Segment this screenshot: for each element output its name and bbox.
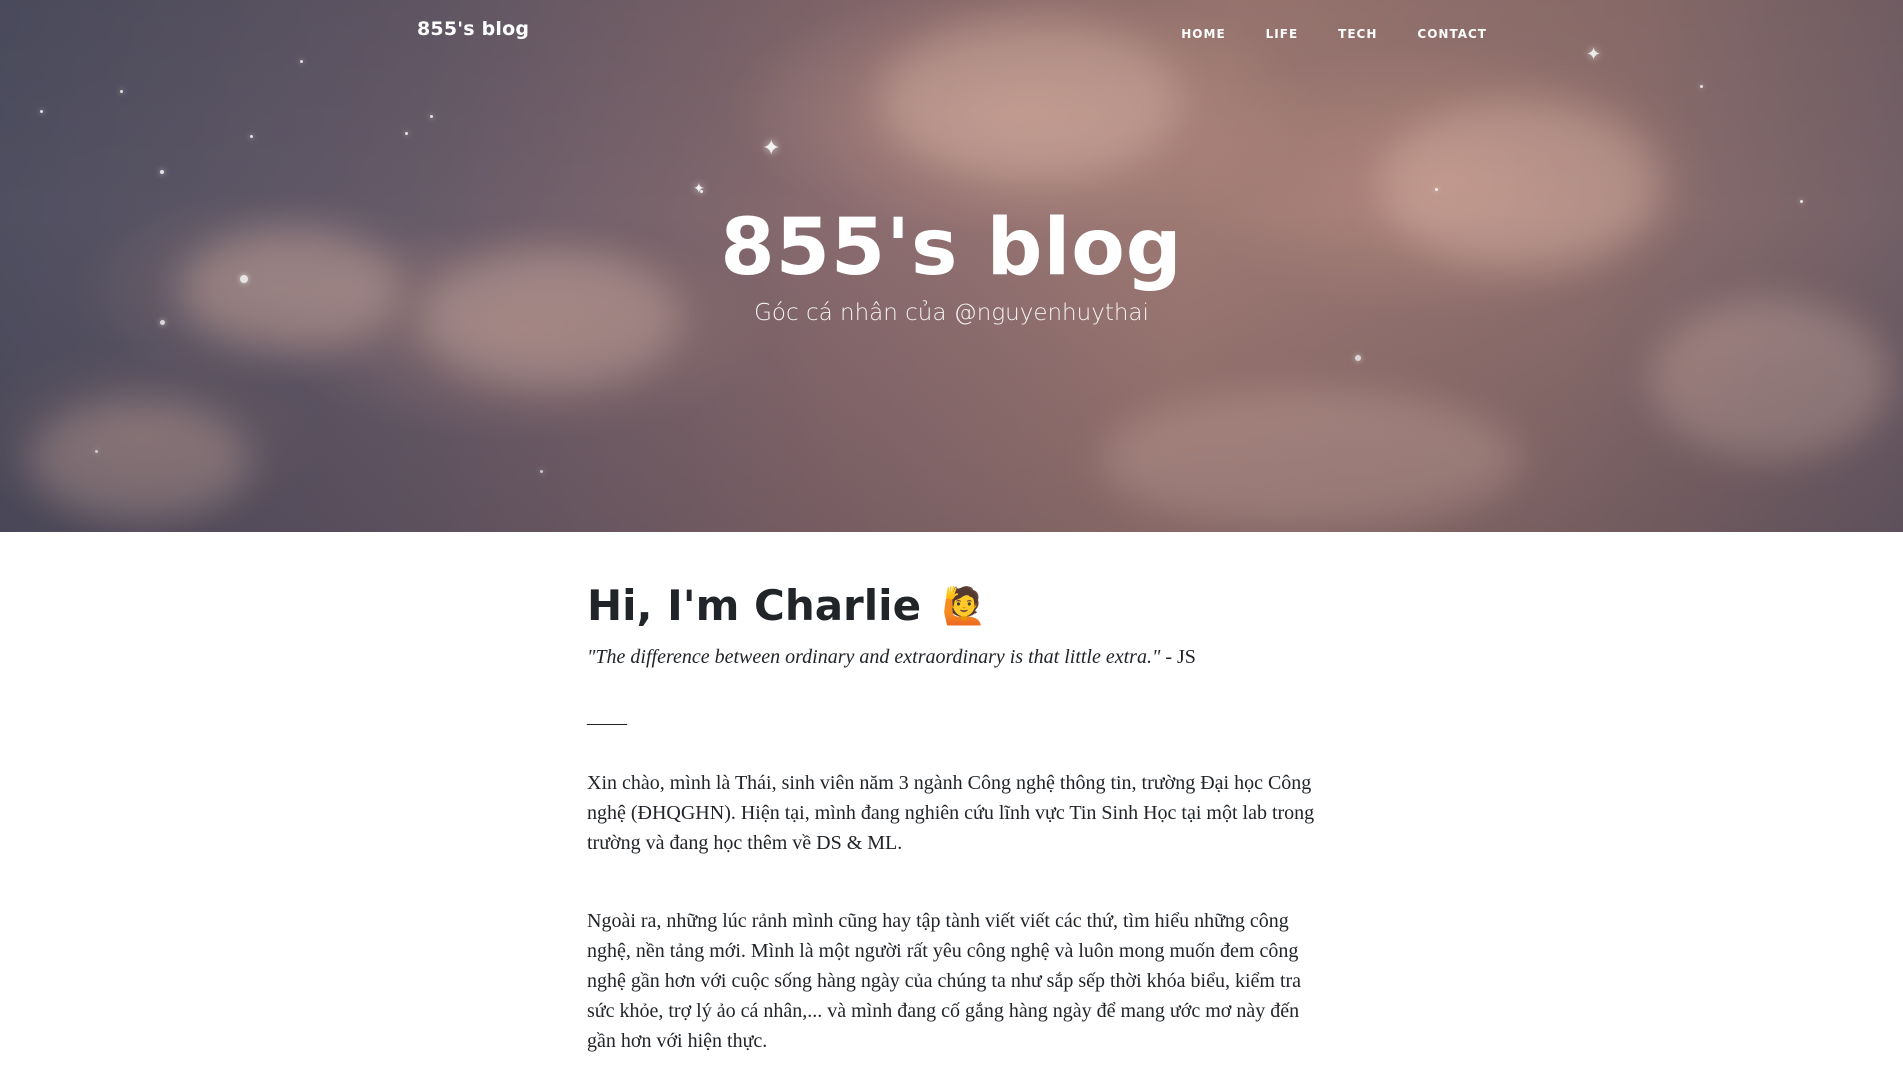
masthead-hero: ✦ ✦ ✦ 855's blog HOME LIFE TECH CONTACT … (0, 0, 1903, 532)
top-navbar: 855's blog HOME LIFE TECH CONTACT (0, 0, 1903, 66)
nav-item-contact: CONTACT (1417, 25, 1487, 43)
raising-hand-icon: 🙋 (941, 586, 987, 627)
cloud-decoration (30, 400, 250, 520)
nav-links: HOME LIFE TECH CONTACT (1181, 25, 1487, 43)
quote-author: - JS (1160, 646, 1196, 668)
star-decoration (1700, 85, 1703, 88)
star-decoration (40, 110, 43, 113)
sparkle-decoration: ✦ (693, 181, 705, 197)
site-subtitle: Góc cá nhân của @nguyenhuythai (754, 300, 1149, 326)
star-decoration (540, 470, 543, 473)
nav-link-home[interactable]: HOME (1181, 27, 1225, 41)
nav-link-contact[interactable]: CONTACT (1417, 27, 1487, 41)
star-decoration (1435, 188, 1438, 191)
intro-paragraph: Xin chào, mình là Thái, sinh viên năm 3 … (587, 772, 1315, 854)
nav-link-life[interactable]: LIFE (1266, 27, 1299, 41)
star-decoration (405, 132, 408, 135)
post-heading-text: Hi, I'm Charlie (587, 581, 922, 630)
nav-item-home: HOME (1181, 25, 1225, 43)
sparkle-decoration: ✦ (762, 136, 781, 161)
star-decoration (95, 450, 98, 453)
post-heading: Hi, I'm Charlie 🙋 (587, 575, 1327, 638)
cloud-decoration (1100, 390, 1520, 530)
nav-link-tech[interactable]: TECH (1338, 27, 1377, 41)
star-decoration (700, 190, 703, 193)
star-decoration (120, 90, 123, 93)
site-title: 855's blog (720, 203, 1183, 293)
star-decoration (160, 170, 164, 174)
star-decoration (1355, 355, 1361, 361)
post-quote: "The difference between ordinary and ext… (587, 642, 1327, 672)
post-content: Hi, I'm Charlie 🙋 "The difference betwee… (587, 575, 1327, 1056)
nav-item-life: LIFE (1266, 25, 1299, 43)
quote-text: "The difference between ordinary and ext… (587, 646, 1161, 668)
brand-link[interactable]: 855's blog (417, 18, 529, 40)
site-heading: 855's blog Góc cá nhân của @nguyenhuytha… (0, 200, 1903, 326)
star-decoration (430, 115, 433, 118)
nav-item-tech: TECH (1338, 25, 1377, 43)
star-decoration (250, 135, 253, 138)
interests-paragraph: Ngoài ra, những lúc rảnh mình cũng hay t… (587, 910, 1302, 1052)
text-divider: —— (587, 712, 627, 734)
